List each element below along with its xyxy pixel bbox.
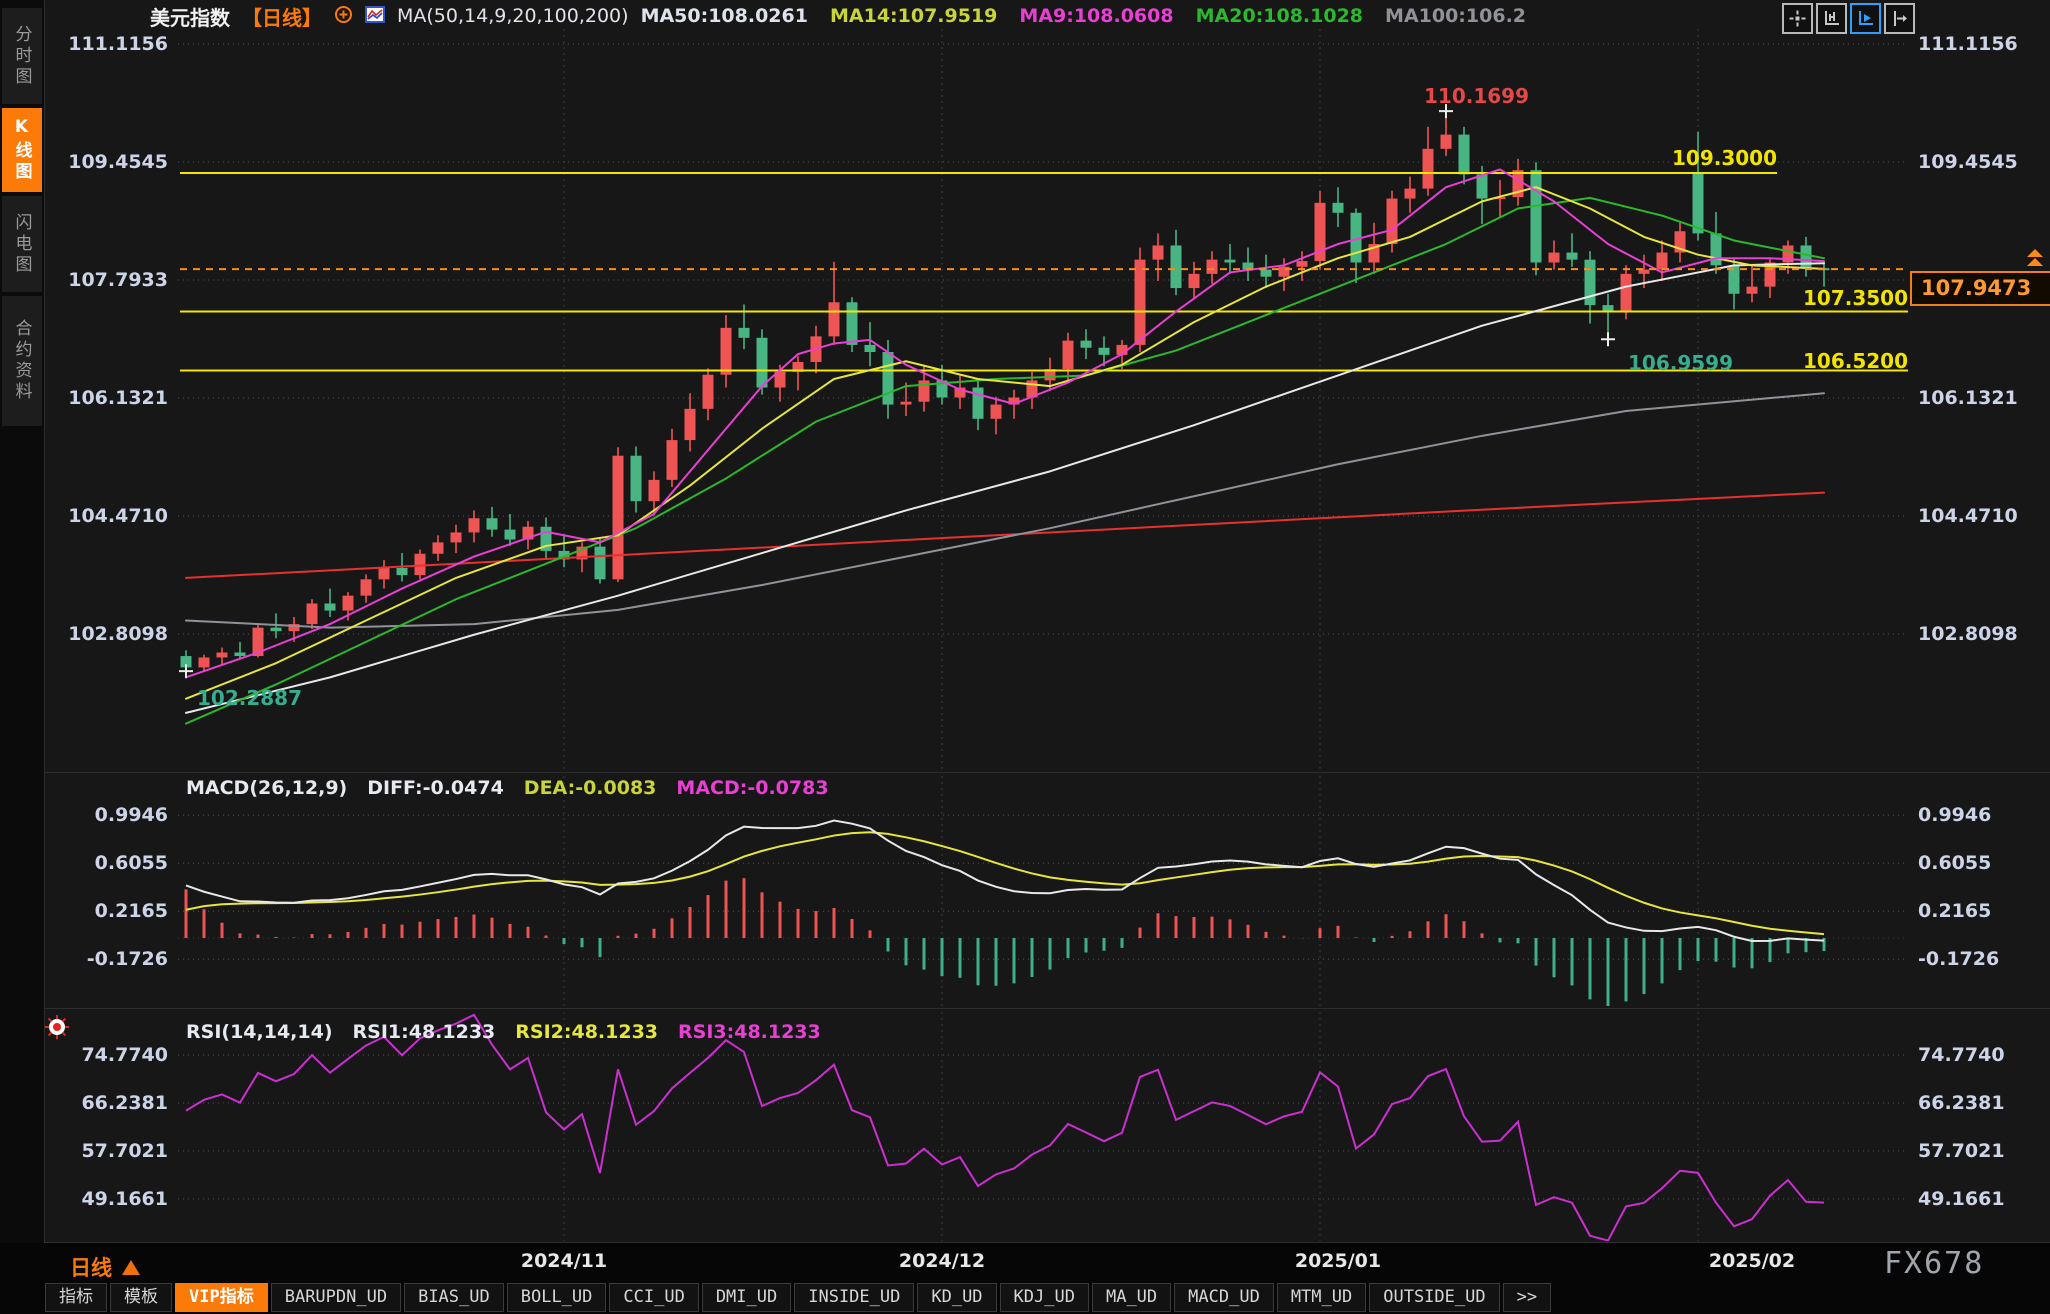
caret-up-icon <box>122 1260 140 1275</box>
rsi2-value: RSI2:48.1233 <box>515 1021 658 1043</box>
indicator-tab[interactable]: >> <box>1503 1283 1551 1312</box>
price-axis-label-left: 111.1156 <box>44 33 168 55</box>
macd-axis-label-left: -0.1726 <box>44 948 168 970</box>
rsi-axis-label-right: 74.7740 <box>1918 1044 2048 1066</box>
indicator-tab[interactable]: BARUPDN_UD <box>271 1283 401 1312</box>
indicator-tab[interactable]: KD_UD <box>917 1283 996 1312</box>
price-axis-label-right: 102.8098 <box>1918 623 2048 645</box>
indicator-tab[interactable]: KDJ_UD <box>1000 1283 1089 1312</box>
ma-values: MA50:108.0261 MA14:107.9519 MA9:108.0608 MA… <box>641 5 1548 27</box>
add-compare-icon[interactable] <box>334 5 353 28</box>
rsi-axis-label-right: 57.7021 <box>1918 1140 2048 1162</box>
chart-type-sidebar: 分时图 K线图 闪电图 合约资料 <box>0 0 45 1243</box>
rsi-axis-label-right: 49.1661 <box>1918 1188 2048 1210</box>
price-axis-label-left: 106.1321 <box>44 387 168 409</box>
rsi-header: RSI(14,14,14) RSI1:48.1233 RSI2:48.1233 … <box>186 1021 821 1043</box>
chart-start-low-label: 102.2887 <box>197 687 302 709</box>
live-marker-icon <box>44 1014 70 1044</box>
period-selector[interactable]: 日线 <box>70 1252 140 1282</box>
swing-high-label: 110.1699 <box>1424 85 1529 107</box>
indicator-tab[interactable]: BOLL_UD <box>507 1283 607 1312</box>
macd-axis-label-right: 0.2165 <box>1918 900 2048 922</box>
indicator-tab[interactable]: MACD_UD <box>1174 1283 1274 1312</box>
ma-value: MA9:108.0608 <box>1019 5 1173 27</box>
sidebar-item-time-chart[interactable]: 分时图 <box>2 8 42 104</box>
price-up-arrow-icon <box>2027 249 2045 269</box>
macd-title: MACD(26,12,9) <box>186 777 347 799</box>
macd-axis-label-right: 0.6055 <box>1918 852 2048 874</box>
rsi1-value: RSI1:48.1233 <box>353 1021 496 1043</box>
indicator-tab[interactable]: MTM_UD <box>1277 1283 1366 1312</box>
rsi-axis-label-left: 74.7740 <box>44 1044 168 1066</box>
swing-low-label: 106.9599 <box>1628 352 1733 374</box>
rsi-axis-label-left: 49.1661 <box>44 1188 168 1210</box>
indicator-tab[interactable]: 模板 <box>110 1283 172 1312</box>
bottom-bar: 日线 2024/11 2024/12 2025/01 2025/02 FX678 指标… <box>0 1243 2050 1314</box>
sidebar-item-flash-chart[interactable]: 闪电图 <box>2 196 42 292</box>
rsi3-value: RSI3:48.1233 <box>678 1021 821 1043</box>
indicator-tab[interactable]: DMI_UD <box>702 1283 791 1312</box>
sidebar-item-kline-chart[interactable]: K线图 <box>2 108 42 192</box>
ma-config-label: MA(50,14,9,20,100,200) <box>397 5 629 27</box>
macd-macd-value: MACD:-0.0783 <box>676 777 828 799</box>
ma-value: MA100:106.2 <box>1385 5 1526 27</box>
watermark: FX678 <box>1884 1246 1984 1281</box>
macd-header: MACD(26,12,9) DIFF:-0.0474 DEA:-0.0083 M… <box>186 777 829 799</box>
price-axis-label-right: 109.4545 <box>1918 151 2048 173</box>
time-axis-label: 2024/12 <box>882 1250 1002 1272</box>
mini-chart-icon[interactable] <box>365 6 385 27</box>
macd-diff-value: DIFF:-0.0474 <box>367 777 504 799</box>
rsi-axis-label-left: 66.2381 <box>44 1092 168 1114</box>
indicator-tab[interactable]: MA_UD <box>1092 1283 1171 1312</box>
indicator-tab[interactable]: OUTSIDE_UD <box>1369 1283 1499 1312</box>
current-price-box: 107.9473 <box>1910 271 2050 306</box>
indicator-tab-bar: 指标模板VIP指标BARUPDN_UDBIAS_UDBOLL_UDCCI_UDD… <box>45 1283 1551 1312</box>
macd-axis-label-right: 0.9946 <box>1918 804 2048 826</box>
macd-axis-label-right: -0.1726 <box>1918 948 2048 970</box>
period-selector-label: 日线 <box>70 1252 112 1282</box>
indicator-tab[interactable]: VIP指标 <box>175 1283 268 1312</box>
symbol-name: 美元指数 <box>150 2 230 31</box>
indicator-tab[interactable]: CCI_UD <box>609 1283 698 1312</box>
indicator-tab[interactable]: INSIDE_UD <box>794 1283 914 1312</box>
price-axis-label-left: 102.8098 <box>44 623 168 645</box>
hline-label-107-35: 107.3500 <box>1728 287 1908 309</box>
indicator-tab[interactable]: BIAS_UD <box>404 1283 504 1312</box>
price-axis-label-right: 106.1321 <box>1918 387 2048 409</box>
macd-axis-label-left: 0.6055 <box>44 852 168 874</box>
price-axis-label-left: 104.4710 <box>44 505 168 527</box>
indicator-tab[interactable]: 指标 <box>45 1283 107 1312</box>
time-axis-label: 2024/11 <box>504 1250 624 1272</box>
price-axis-label-left: 109.4545 <box>44 151 168 173</box>
price-axis-label-right: 111.1156 <box>1918 33 2048 55</box>
macd-axis-label-left: 0.9946 <box>44 804 168 826</box>
sidebar-item-contract-info[interactable]: 合约资料 <box>2 296 42 426</box>
time-axis-label: 2025/02 <box>1692 1250 1812 1272</box>
rsi-axis-label-left: 57.7021 <box>44 1140 168 1162</box>
period-tag: 【日线】 <box>242 2 322 31</box>
ma-value: MA20:108.1028 <box>1196 5 1363 27</box>
ma-value: MA14:107.9519 <box>830 5 997 27</box>
hline-label-109-30: 109.3000 <box>1597 147 1777 169</box>
price-chart-svg[interactable] <box>44 28 2050 1243</box>
rsi-axis-label-right: 66.2381 <box>1918 1092 2048 1114</box>
price-axis-label-left: 107.7933 <box>44 269 168 291</box>
ma-value: MA50:108.0261 <box>641 5 808 27</box>
price-axis-label-right: 104.4710 <box>1918 505 2048 527</box>
hline-label-106-52: 106.5200 <box>1728 350 1908 372</box>
macd-dea-value: DEA:-0.0083 <box>524 777 657 799</box>
rsi-title: RSI(14,14,14) <box>186 1021 333 1043</box>
time-axis-label: 2025/01 <box>1278 1250 1398 1272</box>
macd-axis-label-left: 0.2165 <box>44 900 168 922</box>
trading-app: 分时图 K线图 闪电图 合约资料 美元指数 【日线】 MA(50,14,9,20… <box>0 0 2050 1314</box>
chart-header: 美元指数 【日线】 MA(50,14,9,20,100,200) MA50:10… <box>150 2 1548 30</box>
